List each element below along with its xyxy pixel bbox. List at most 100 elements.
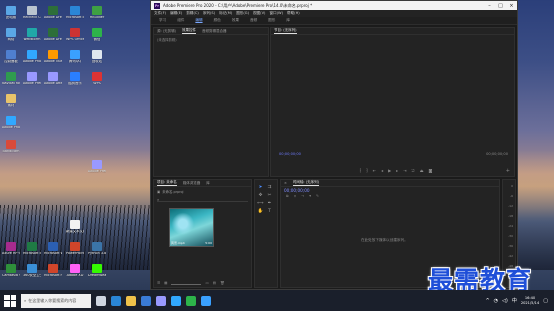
desktop-icon[interactable]: 网络 <box>2 28 20 50</box>
desktop-icon[interactable]: Adobe Photoshop <box>23 50 41 72</box>
volume-icon[interactable]: ◁) <box>502 298 508 304</box>
desktop-icon[interactable]: Microsoft PowerPoint <box>44 264 62 286</box>
new-bin-icon[interactable]: ▭ <box>205 281 208 285</box>
trash-icon[interactable]: 🗑 <box>220 281 224 285</box>
desktop-icon[interactable]: Dreamweaver <box>88 264 106 286</box>
desktop-icon[interactable]: 腾讯QQ <box>66 50 84 72</box>
project-tab[interactable]: 媒体浏览器 <box>183 181 201 186</box>
clip-thumbnail[interactable]: 风景.mp4 5:00 <box>169 208 214 247</box>
desktop-icon[interactable]: 微信 <box>88 28 106 50</box>
desktop-icon[interactable]: Adobe XD <box>66 264 84 286</box>
tab-program[interactable]: 节目: (无序列) <box>274 28 297 34</box>
project-tab[interactable]: 项目: 未命名 <box>157 180 177 186</box>
extract-icon[interactable]: ⏏ <box>420 168 424 173</box>
desktop-icon[interactable]: HBuilder <box>88 6 106 28</box>
notification-icon[interactable]: ▢ <box>543 298 548 304</box>
taskbar-app-photoshop-icon[interactable] <box>171 295 181 306</box>
taskbar-app-edge-icon[interactable] <box>111 295 121 306</box>
chevron-up-icon[interactable]: ^ <box>485 298 489 304</box>
desktop-icon[interactable]: 回收站 <box>88 50 106 72</box>
snap-icon[interactable]: ∩ <box>294 194 297 198</box>
project-search[interactable]: ⌕ <box>157 197 248 202</box>
desktop-icon[interactable]: 360安全卫士 <box>23 264 41 286</box>
export-frame-icon[interactable]: ◙ <box>429 168 433 173</box>
desktop-icon[interactable]: Adobe Premiere Pro <box>88 160 106 182</box>
workspace-tab[interactable]: 颜色 <box>214 18 221 23</box>
menu-item[interactable]: 标记(M) <box>219 11 232 16</box>
desktop-icon[interactable]: Adobe Premiere <box>23 72 41 94</box>
desktop-icon[interactable]: Microsoft Excel 2016 <box>23 242 41 264</box>
workspace-tab[interactable]: 库 <box>286 18 290 23</box>
mark-out-icon[interactable]: ⁆ <box>366 168 368 173</box>
timeline-settings-icon[interactable]: ✎ <box>316 194 319 198</box>
taskbar-app-qq-icon[interactable] <box>201 295 211 306</box>
ime-icon[interactable]: 中 <box>512 297 517 304</box>
desktop-icon[interactable]: 酷狗音乐 <box>66 72 84 94</box>
desktop-icon[interactable]: Adobe After Effects <box>44 72 62 94</box>
workspace-tab[interactable]: 效果 <box>232 18 239 23</box>
track-select-icon[interactable]: ⇉ <box>266 184 273 191</box>
new-item-icon[interactable]: ▤ <box>213 281 216 285</box>
minimize-icon[interactable]: – <box>484 3 495 9</box>
desktop-icon[interactable]: Recheck Combine <box>23 6 41 28</box>
desktop-icon[interactable]: Python 3.8 <box>88 242 106 264</box>
taskbar-app-store-icon[interactable] <box>141 295 151 306</box>
selection-tool-icon[interactable]: ➤ <box>257 184 264 191</box>
menu-item[interactable]: 编辑(E) <box>170 11 182 16</box>
lift-icon[interactable]: ⎋ <box>412 168 415 173</box>
maximize-icon[interactable]: □ <box>495 3 506 9</box>
list-view-icon[interactable]: ☰ <box>157 281 160 285</box>
play-icon[interactable]: ▶ <box>388 168 391 173</box>
desktop-icon[interactable]: WPS Office <box>66 28 84 50</box>
icon-view-icon[interactable]: ▦ <box>164 281 167 285</box>
menu-item[interactable]: 帮助(H) <box>287 11 300 16</box>
menu-item[interactable]: 图形(G) <box>236 11 249 16</box>
ripple-edit-icon[interactable]: ✥ <box>257 192 264 199</box>
desktop-icon[interactable]: 新建文本文档 <box>66 220 84 242</box>
desktop-icon[interactable]: Adobe Dreamweaver <box>44 6 62 28</box>
taskbar-app-task-view-icon[interactable] <box>96 295 106 306</box>
workspace-tab[interactable]: 组件 <box>177 18 184 23</box>
source-tab[interactable]: 效果控件 <box>182 28 197 34</box>
desktop-icon[interactable]: 此电脑 <box>2 6 20 28</box>
workspace-tab[interactable]: 图形 <box>268 18 275 23</box>
taskbar-app-wechat-icon[interactable] <box>186 295 196 306</box>
menu-item[interactable]: 文件(F) <box>154 11 166 16</box>
desktop-icon[interactable]: Bandicam <box>2 140 20 162</box>
go-to-out-icon[interactable]: ⇥ <box>403 168 406 173</box>
project-tab[interactable]: 库 <box>206 181 210 186</box>
tab-timeline[interactable]: 时间轴: (无序列) <box>292 180 319 186</box>
desktop-icon[interactable]: Adobe Photoshop <box>2 116 20 138</box>
desktop-icon[interactable]: Microsoft Edge <box>66 6 84 28</box>
step-back-icon[interactable]: ◂ <box>381 168 383 173</box>
taskbar-search[interactable]: ⌕ 在这里输入你要搜索的内容 <box>21 293 91 308</box>
hand-tool-icon[interactable]: ✋ <box>257 208 264 215</box>
desktop-icon[interactable]: Navicat for MySQL <box>2 72 20 94</box>
desktop-icon[interactable]: PowerPoint <box>66 242 84 264</box>
menu-item[interactable]: 窗口(W) <box>269 11 283 16</box>
type-tool-icon[interactable]: T <box>266 208 273 215</box>
workspace-tab[interactable]: 学习 <box>159 18 166 23</box>
workspace-tab[interactable]: 编辑 <box>195 18 202 23</box>
nest-icon[interactable]: ⧉ <box>286 194 289 198</box>
close-icon[interactable]: × <box>506 3 517 9</box>
desktop-icon[interactable]: 素材 <box>2 94 20 116</box>
desktop-icon[interactable]: Camtasia 9 <box>2 264 20 286</box>
desktop-icon[interactable]: Axure RP 9 <box>2 242 20 264</box>
step-forward-icon[interactable]: ▸ <box>396 168 398 173</box>
clock[interactable]: 16:40 2021/5/14 <box>521 296 539 305</box>
linked-select-icon[interactable]: ⊸ <box>301 194 304 198</box>
taskbar-app-premiere-icon[interactable] <box>156 295 166 306</box>
desktop-icon[interactable]: webstorm <box>23 28 41 50</box>
zoom-slider[interactable] <box>171 281 202 285</box>
desktop-icon[interactable]: WPS <box>88 72 106 94</box>
desktop-icon[interactable]: Microsoft Word 2016 <box>44 242 62 264</box>
add-marker-icon[interactable]: ▾ <box>309 194 311 198</box>
add-button-icon[interactable]: + <box>506 168 510 174</box>
source-tab[interactable]: 音频剪辑混合器 <box>202 29 227 34</box>
menu-item[interactable]: 视图(V) <box>253 11 265 16</box>
close-tab-icon[interactable]: × <box>284 181 287 185</box>
slip-tool-icon[interactable]: ⟷ <box>257 200 264 207</box>
taskbar-app-explorer-icon[interactable] <box>126 295 136 306</box>
menu-item[interactable]: 剪辑(C) <box>186 11 199 16</box>
